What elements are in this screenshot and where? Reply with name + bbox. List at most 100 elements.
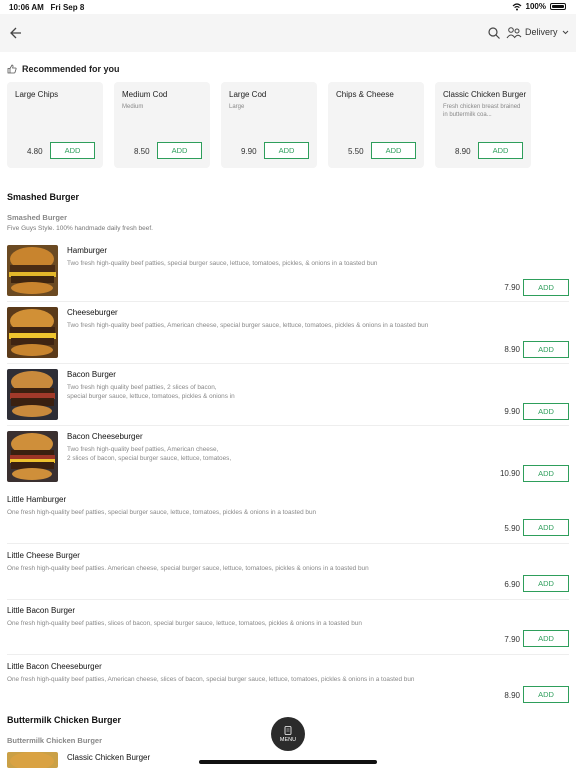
add-button[interactable]: ADD — [478, 142, 523, 159]
rec-item-desc: Fresh chicken breast brained in buttermi… — [443, 104, 521, 118]
add-button[interactable]: ADD — [371, 142, 416, 159]
item-price: 7.90 — [504, 635, 520, 644]
rec-item-price: 5.50 — [348, 147, 364, 156]
status-right: 100% — [512, 2, 566, 11]
add-button[interactable]: ADD — [157, 142, 202, 159]
item-price: 9.90 — [504, 407, 520, 416]
item-photo — [7, 245, 58, 296]
rec-item-name: Chips & Cheese — [336, 90, 394, 99]
item-description: One fresh high-quality beef patties. Ame… — [7, 565, 369, 572]
recommended-card[interactable]: Classic Chicken Burger Fresh chicken bre… — [435, 82, 531, 168]
recommended-card[interactable]: Large Cod Large 9.90 ADD — [221, 82, 317, 168]
top-nav-bar: Delivery — [0, 14, 576, 52]
menu-item[interactable]: Little Hamburger One fresh high-quality … — [0, 494, 576, 544]
add-button[interactable]: ADD — [523, 630, 569, 647]
item-description: One fresh high-quality beef patties, sli… — [7, 620, 362, 627]
thumbs-up-icon — [7, 64, 17, 74]
recommended-card[interactable]: Large Chips 4.80 ADD — [7, 82, 103, 168]
add-button[interactable]: ADD — [523, 279, 569, 296]
menu-button-label: MENU — [279, 736, 297, 743]
add-button[interactable]: ADD — [523, 575, 569, 592]
item-price: 5.90 — [504, 524, 520, 533]
battery-icon — [550, 3, 566, 10]
rec-item-desc: Large — [229, 104, 245, 110]
status-time: 10:06 AM Fri Sep 8 — [9, 3, 85, 12]
chevron-down-icon — [562, 30, 568, 34]
item-description: Two fresh high-quality beef patties, Ame… — [67, 322, 429, 329]
item-price: 6.90 — [504, 580, 520, 589]
recommended-card[interactable]: Chips & Cheese 5.50 ADD — [328, 82, 424, 168]
rec-item-desc: Medium — [122, 104, 144, 110]
delivery-selector[interactable]: Delivery — [525, 27, 569, 37]
item-price: 8.90 — [504, 345, 520, 354]
menu-item[interactable]: Little Cheese Burger One fresh high-qual… — [0, 550, 576, 600]
rec-item-price: 4.80 — [27, 147, 43, 156]
add-button[interactable]: ADD — [523, 403, 569, 420]
menu-item[interactable]: Little Bacon Burger One fresh high-quali… — [0, 605, 576, 655]
item-name: Classic Chicken Burger — [67, 753, 151, 762]
divider — [7, 425, 569, 426]
subsection-title: Buttermilk Chicken Burger — [7, 736, 103, 745]
section-title: Smashed Burger — [7, 192, 80, 202]
group-order-icon[interactable] — [506, 26, 522, 40]
divider — [7, 301, 569, 302]
home-indicator[interactable] — [199, 760, 377, 764]
item-name: Little Bacon Cheeseburger — [7, 662, 102, 671]
add-button[interactable]: ADD — [523, 465, 569, 482]
rec-item-name: Large Cod — [229, 90, 267, 99]
rec-item-price: 8.90 — [455, 147, 471, 156]
add-button[interactable]: ADD — [523, 686, 569, 703]
item-price: 7.90 — [504, 283, 520, 292]
rec-item-name: Medium Cod — [122, 90, 168, 99]
menu-book-icon — [284, 725, 292, 735]
menu-item[interactable]: Bacon Cheeseburger Two fresh high-qualit… — [0, 431, 576, 487]
item-name: Little Hamburger — [7, 495, 67, 504]
item-photo — [7, 431, 58, 482]
menu-item[interactable]: Little Bacon Cheeseburger One fresh high… — [0, 661, 576, 707]
menu-button[interactable]: MENU — [271, 717, 305, 751]
section-title: Buttermilk Chicken Burger — [7, 715, 122, 725]
item-description: One fresh high-quality beef patties, spe… — [7, 509, 317, 516]
rec-item-name: Large Chips — [15, 90, 59, 99]
search-icon[interactable] — [487, 26, 501, 40]
divider — [7, 543, 569, 544]
divider — [7, 654, 569, 655]
item-name: Little Cheese Burger — [7, 551, 80, 560]
item-description: One fresh high-quality beef patties, Ame… — [7, 676, 415, 683]
item-description: Two fresh high-quality beef patties, Ame… — [67, 446, 232, 462]
item-price: 10.90 — [499, 469, 520, 478]
item-name: Bacon Burger — [67, 370, 116, 379]
rec-item-name: Classic Chicken Burger — [443, 90, 527, 99]
item-name: Hamburger — [67, 246, 108, 255]
item-photo — [7, 307, 58, 358]
back-arrow-icon[interactable] — [6, 23, 22, 43]
menu-item[interactable]: Bacon Burger Two fresh high quality beef… — [0, 369, 576, 426]
item-description: Two fresh high quality beef patties, 2 s… — [67, 384, 235, 400]
rec-item-price: 8.50 — [134, 147, 150, 156]
recommended-carousel[interactable]: Large Chips 4.80 ADD Medium Cod Medium 8… — [7, 82, 576, 168]
subsection-description: Five Guys Style. 100% handmade daily fre… — [7, 225, 153, 232]
recommended-card[interactable]: Medium Cod Medium 8.50 ADD — [114, 82, 210, 168]
item-price: 8.90 — [504, 691, 520, 700]
item-name: Cheeseburger — [67, 308, 118, 317]
add-button[interactable]: ADD — [523, 519, 569, 536]
item-name: Little Bacon Burger — [7, 606, 76, 615]
item-photo — [7, 369, 58, 420]
menu-item[interactable]: Cheeseburger Two fresh high-quality beef… — [0, 307, 576, 364]
wifi-icon — [512, 2, 521, 10]
status-bar: 10:06 AM Fri Sep 8 100% — [0, 0, 576, 14]
divider — [7, 599, 569, 600]
battery-percent: 100% — [525, 2, 546, 11]
rec-item-price: 9.90 — [241, 147, 257, 156]
item-name: Bacon Cheeseburger — [67, 432, 143, 441]
item-description: Two fresh high-quality beef patties, spe… — [67, 260, 378, 267]
delivery-label: Delivery — [525, 27, 558, 37]
add-button[interactable]: ADD — [523, 341, 569, 358]
item-photo — [7, 752, 58, 768]
recommended-heading: Recommended for you — [7, 64, 120, 74]
subsection-title: Smashed Burger — [7, 213, 68, 222]
add-button[interactable]: ADD — [264, 142, 309, 159]
add-button[interactable]: ADD — [50, 142, 95, 159]
menu-item[interactable]: Hamburger Two fresh high-quality beef pa… — [0, 245, 576, 302]
divider — [7, 363, 569, 364]
